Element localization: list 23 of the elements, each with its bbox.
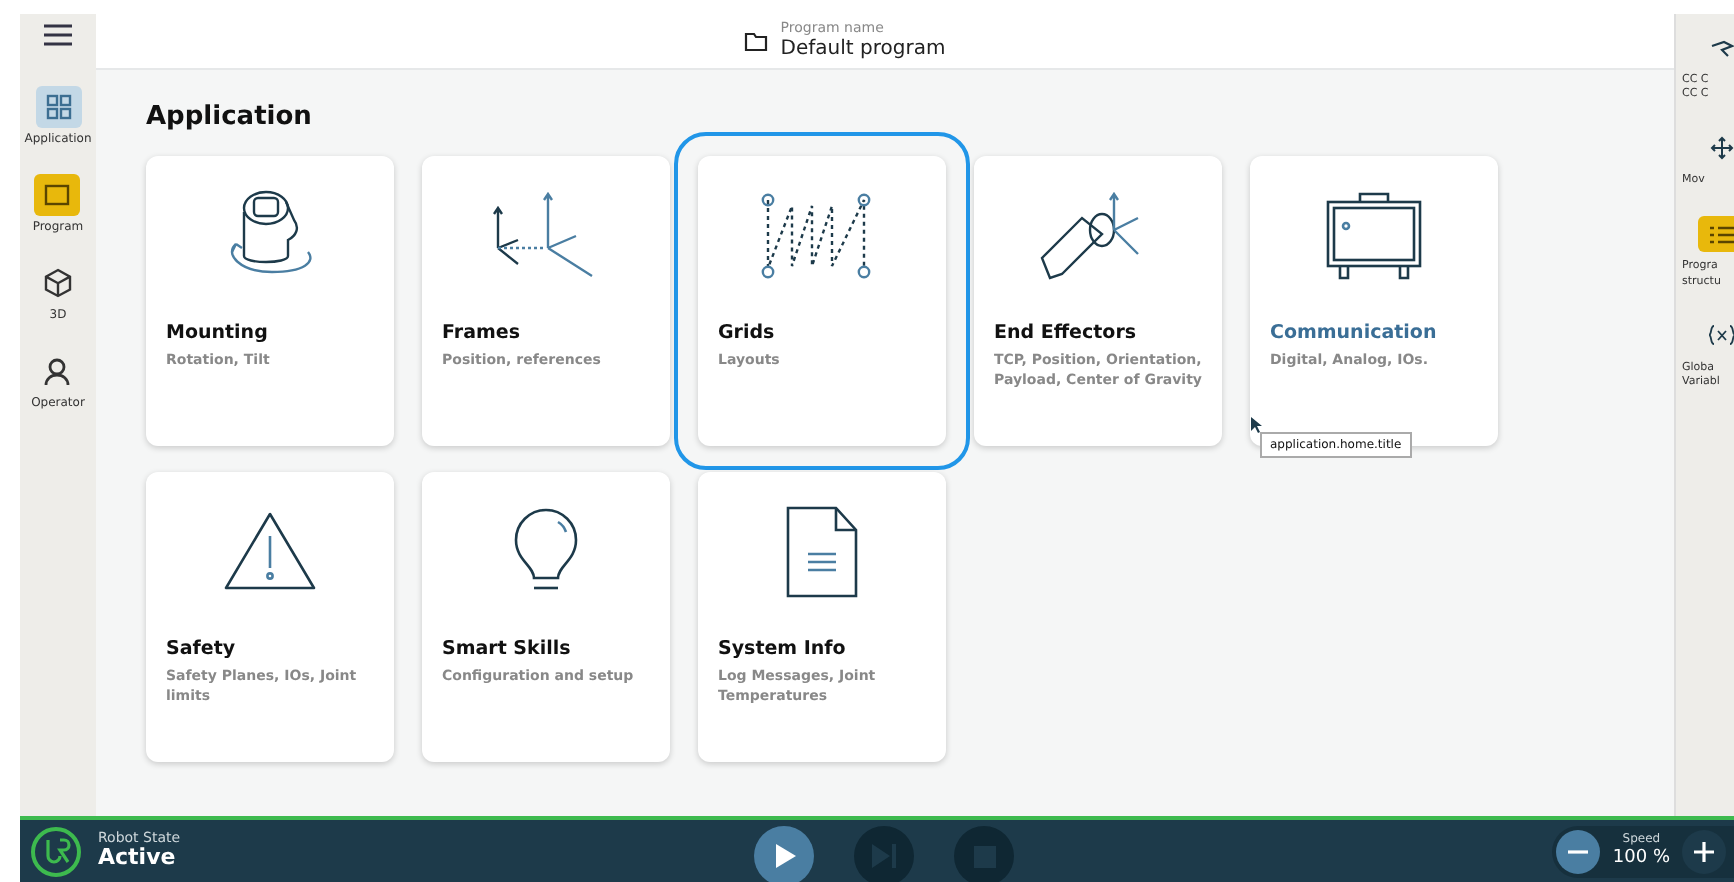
window-icon — [44, 184, 71, 206]
logo-icon — [30, 825, 82, 877]
cube-icon — [44, 268, 72, 298]
person-icon — [44, 357, 71, 385]
list-icon — [1710, 225, 1734, 244]
increase-speed-button[interactable] — [1682, 829, 1726, 873]
play-button[interactable] — [754, 826, 814, 882]
page-title: Application — [146, 102, 314, 132]
folder-icon — [744, 31, 769, 51]
plus-icon — [1694, 841, 1714, 861]
move-icon — [1710, 136, 1734, 161]
play-icon — [773, 844, 795, 868]
document-icon — [782, 504, 862, 600]
robot-state: Active — [98, 846, 178, 871]
minus-icon — [1568, 849, 1589, 853]
program-name: Default program — [780, 37, 946, 60]
speed-value: 100 % — [1612, 847, 1670, 869]
gripper-icon — [1710, 39, 1734, 57]
decrease-speed-button[interactable] — [1556, 829, 1601, 873]
mouse-cursor-icon — [1250, 416, 1264, 434]
grid-icon — [45, 94, 71, 120]
menu-icon[interactable] — [44, 24, 72, 46]
variable-icon — [1708, 324, 1734, 347]
